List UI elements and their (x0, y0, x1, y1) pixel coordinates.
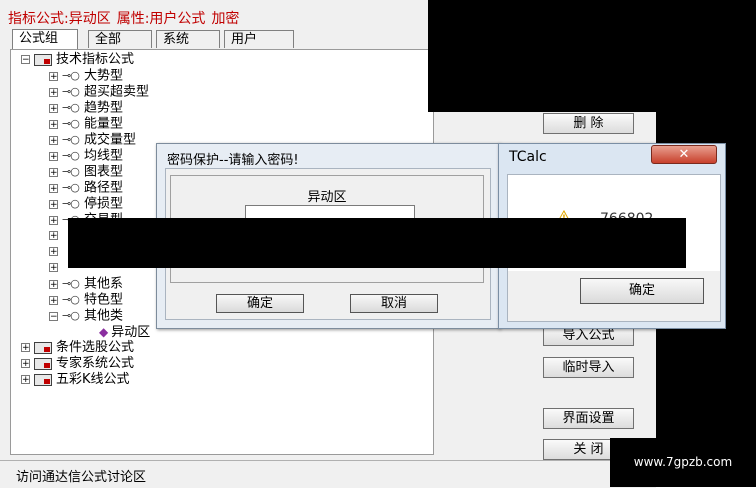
key-icon: ⊸○ (62, 85, 80, 98)
expand-icon[interactable]: + (49, 263, 58, 273)
tree-item[interactable]: + ⊸○ 其他系 (49, 276, 123, 292)
tree-item[interactable]: + ⊸○ 超买超卖型 (49, 84, 149, 100)
tree-item[interactable]: + ⊸○ 大势型 (49, 68, 123, 84)
tcalc-title: TCalc (509, 149, 547, 165)
tab-all[interactable]: 全部 (88, 30, 152, 48)
tree-item[interactable]: + ⊸○ 能量型 (49, 116, 123, 132)
tab-user[interactable]: 用户 (224, 30, 294, 48)
key-icon: ⊸○ (62, 309, 80, 322)
folder-icon (34, 357, 52, 370)
key-icon: ⊸○ (62, 165, 80, 178)
tree-item-expanded[interactable]: − ⊸○ 其他类 (49, 308, 123, 324)
expand-icon[interactable]: + (49, 231, 58, 241)
cancel-button[interactable]: 取消 (350, 294, 438, 313)
formula-name-label: 异动区 (307, 190, 347, 205)
expand-icon[interactable]: + (21, 375, 30, 385)
tree-item[interactable]: + (49, 260, 62, 276)
tree-leaf-selected[interactable]: ◆ 异动区 (99, 324, 150, 340)
tree-item[interactable]: + (49, 228, 62, 244)
tab-system[interactable]: 系统 (156, 30, 220, 48)
expand-icon[interactable]: + (49, 71, 58, 81)
collapse-icon[interactable]: − (49, 311, 58, 321)
background-dark-region (428, 0, 756, 112)
tree-item[interactable]: + ⊸○ 停损型 (49, 196, 123, 212)
key-icon: ⊸○ (62, 69, 80, 82)
tree-item[interactable]: + ⊸○ 图表型 (49, 164, 123, 180)
tree-root-technical[interactable]: − 技术指标公式 (21, 52, 134, 68)
tab-formula-group[interactable]: 公式组 (12, 29, 78, 49)
watermark: www.7gpzb.com (610, 438, 756, 487)
key-icon: ⊸○ (62, 133, 80, 146)
ui-settings-button[interactable]: 界面设置 (543, 408, 634, 429)
expand-icon[interactable]: + (21, 343, 30, 353)
tree-root-expert[interactable]: + 专家系统公式 (21, 356, 134, 372)
expand-icon[interactable]: + (49, 183, 58, 193)
key-icon: ⊸○ (62, 197, 80, 210)
expand-icon[interactable]: + (49, 119, 58, 129)
key-icon: ⊸○ (62, 101, 80, 114)
tree-item[interactable]: + ⊸○ 趋势型 (49, 100, 123, 116)
tree-item[interactable]: + ⊸○ 均线型 (49, 148, 123, 164)
collapse-icon[interactable]: − (21, 55, 30, 65)
formula-diamond-icon: ◆ (99, 325, 109, 339)
key-icon: ⊸○ (62, 149, 80, 162)
expand-icon[interactable]: + (21, 359, 30, 369)
key-icon: ⊸○ (62, 293, 80, 306)
tree-item[interactable]: + ⊸○ 成交量型 (49, 132, 136, 148)
formula-title-line: 指标公式:异动区 属性:用户公式 加密 (8, 8, 245, 28)
folder-icon (34, 341, 52, 354)
folder-icon (34, 53, 52, 66)
expand-icon[interactable]: + (49, 135, 58, 145)
expand-icon[interactable]: + (49, 215, 58, 225)
ok-button[interactable]: 确定 (580, 278, 704, 304)
folder-icon (34, 373, 52, 386)
temp-import-button[interactable]: 临时导入 (543, 357, 634, 378)
tree-root-selection[interactable]: + 条件选股公式 (21, 340, 134, 356)
status-bar: 访问通达信公式讨论区 (0, 460, 656, 488)
ok-button[interactable]: 确定 (216, 294, 304, 313)
formula-name-label: 指标公式:异动区 (8, 11, 111, 27)
forum-link[interactable]: 访问通达信公式讨论区 (16, 466, 146, 485)
expand-icon[interactable]: + (49, 151, 58, 161)
expand-icon[interactable]: + (49, 295, 58, 305)
expand-icon[interactable]: + (49, 247, 58, 257)
expand-icon[interactable]: + (49, 199, 58, 209)
key-icon: ⊸○ (62, 117, 80, 130)
close-icon[interactable]: ✕ (651, 145, 717, 164)
password-dialog-title: 密码保护--请输入密码! (167, 153, 299, 168)
expand-icon[interactable]: + (49, 87, 58, 97)
formula-attribute-label: 属性:用户公式 (116, 11, 206, 27)
tree-item[interactable]: + ⊸○ 路径型 (49, 180, 123, 196)
delete-button[interactable]: 删 除 (543, 113, 634, 134)
tree-item[interactable]: + ⊸○ 特色型 (49, 292, 123, 308)
tree-root-kline[interactable]: + 五彩K线公式 (21, 372, 130, 388)
redaction-bar (68, 218, 686, 268)
tree-item[interactable]: + (49, 244, 62, 260)
encrypted-label: 加密 (211, 11, 240, 27)
expand-icon[interactable]: + (49, 167, 58, 177)
key-icon: ⊸○ (62, 181, 80, 194)
key-icon: ⊸○ (62, 277, 80, 290)
expand-icon[interactable]: + (49, 279, 58, 289)
expand-icon[interactable]: + (49, 103, 58, 113)
